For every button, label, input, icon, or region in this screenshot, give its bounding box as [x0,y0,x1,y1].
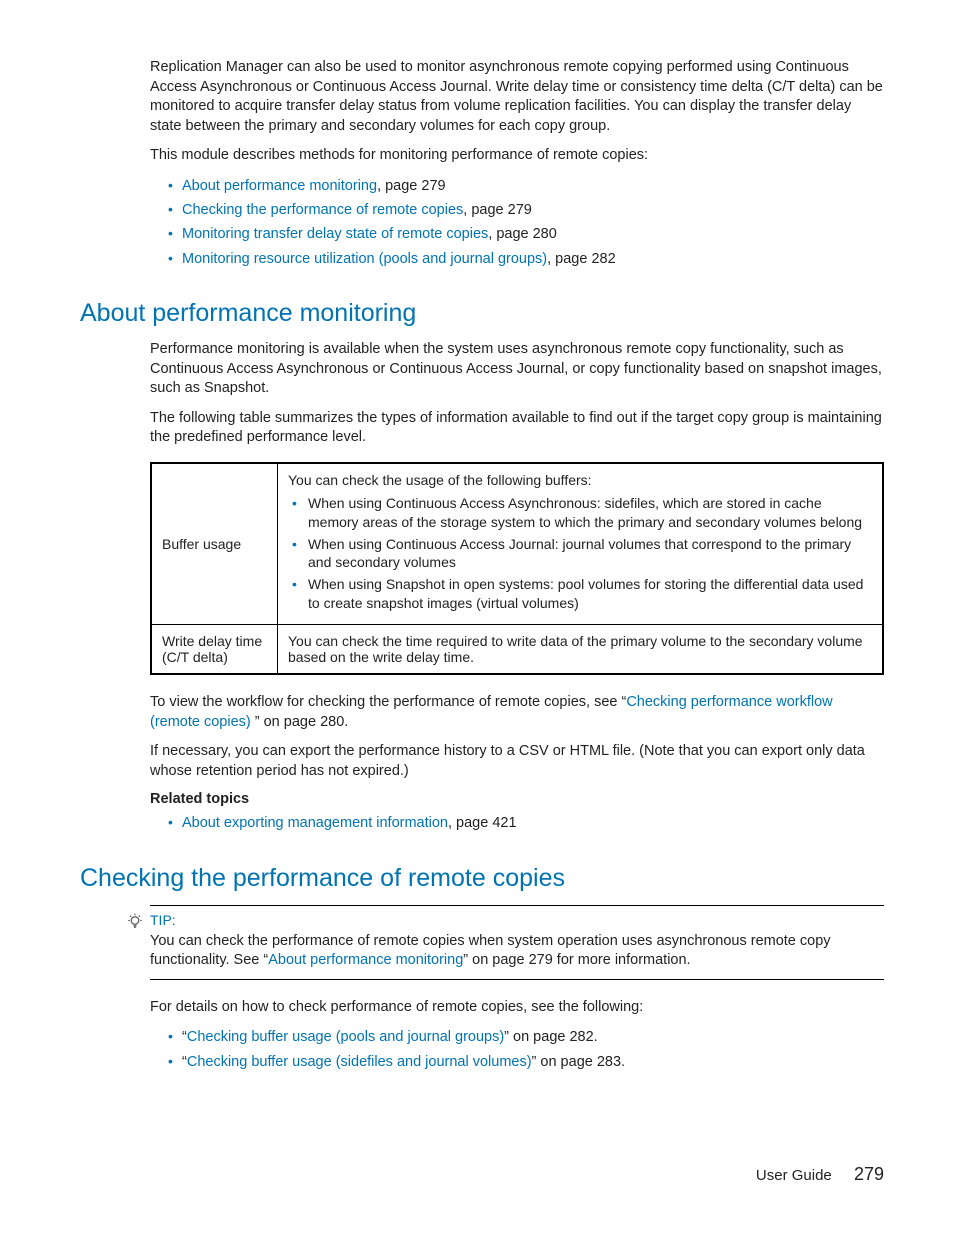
heading-checking-performance-remote-copies: Checking the performance of remote copie… [80,864,884,893]
table-cell-content: You can check the time required to write… [278,625,884,675]
list-item: When using Continuous Access Journal: jo… [292,535,872,573]
toc-suffix: , page 279 [377,178,446,194]
link-about-performance-monitoring[interactable]: About performance monitoring [268,952,463,968]
list-item: When using Snapshot in open systems: poo… [292,575,872,613]
toc-suffix: , page 280 [488,226,557,242]
page-number: 279 [854,1164,884,1184]
toc-suffix: , page 282 [547,251,616,267]
toc-link[interactable]: Checking the performance of remote copie… [182,202,463,218]
buffer-usage-list: When using Continuous Access Asynchronou… [288,494,872,613]
table-cell-content: You can check the usage of the following… [278,463,884,625]
performance-info-table: Buffer usage You can check the usage of … [150,462,884,675]
toc-link[interactable]: About performance monitoring [182,178,377,194]
table-row: Buffer usage You can check the usage of … [151,463,883,625]
link-checking-buffer-usage-sidefiles[interactable]: Checking buffer usage (sidefiles and jou… [187,1054,532,1070]
section2-list: “Checking buffer usage (pools and journa… [150,1027,884,1072]
related-topics-list: About exporting management information, … [150,813,884,833]
toc-item: Monitoring transfer delay state of remot… [168,224,884,244]
toc-item: About performance monitoring, page 279 [168,176,884,196]
tip-label: TIP: [150,912,884,928]
text: To view the workflow for checking the pe… [150,694,626,710]
tip-lightbulb-icon [126,913,144,936]
tip-content: You can check the performance of remote … [150,932,884,971]
toc-link[interactable]: Monitoring transfer delay state of remot… [182,226,488,242]
list-item: About exporting management information, … [168,813,884,833]
table-cell-label: Write delay time (C/T delta) [151,625,278,675]
toc-item: Checking the performance of remote copie… [168,200,884,220]
list-item: When using Continuous Access Asynchronou… [292,494,872,532]
link-checking-buffer-usage-pools[interactable]: Checking buffer usage (pools and journal… [187,1029,504,1045]
page-footer: User Guide 279 [756,1164,884,1185]
toc-suffix: , page 279 [463,202,532,218]
text: , page 421 [448,815,517,831]
table-row: Write delay time (C/T delta) You can che… [151,625,883,675]
toc-list: About performance monitoring, page 279 C… [150,176,884,269]
buffer-usage-lead: You can check the usage of the following… [288,472,872,488]
section1-para-workflow: To view the workflow for checking the pe… [150,693,884,732]
footer-label: User Guide [756,1167,832,1184]
section1-para-export: If necessary, you can export the perform… [150,742,884,781]
heading-about-performance-monitoring: About performance monitoring [80,299,884,328]
link-about-exporting-management-info[interactable]: About exporting management information [182,815,448,831]
intro-block: Replication Manager can also be used to … [150,58,884,269]
list-item: “Checking buffer usage (pools and journa… [168,1027,884,1047]
toc-item: Monitoring resource utilization (pools a… [168,249,884,269]
list-item: “Checking buffer usage (sidefiles and jo… [168,1052,884,1072]
toc-link[interactable]: Monitoring resource utilization (pools a… [182,251,547,267]
text: ” on page 280. [255,714,349,730]
table-cell-label: Buffer usage [151,463,278,625]
section1-para-1: Performance monitoring is available when… [150,340,884,399]
section2-para-1: For details on how to check performance … [150,998,884,1018]
intro-para-2: This module describes methods for monito… [150,146,884,166]
related-topics-heading: Related topics [150,791,884,807]
tip-callout: TIP: You can check the performance of re… [150,905,884,980]
section1-para-2: The following table summarizes the types… [150,409,884,448]
text: ” on page 283. [532,1054,626,1070]
text: ” on page 282. [504,1029,598,1045]
text: ” on page 279 for more information. [463,952,690,968]
intro-para-1: Replication Manager can also be used to … [150,58,884,136]
